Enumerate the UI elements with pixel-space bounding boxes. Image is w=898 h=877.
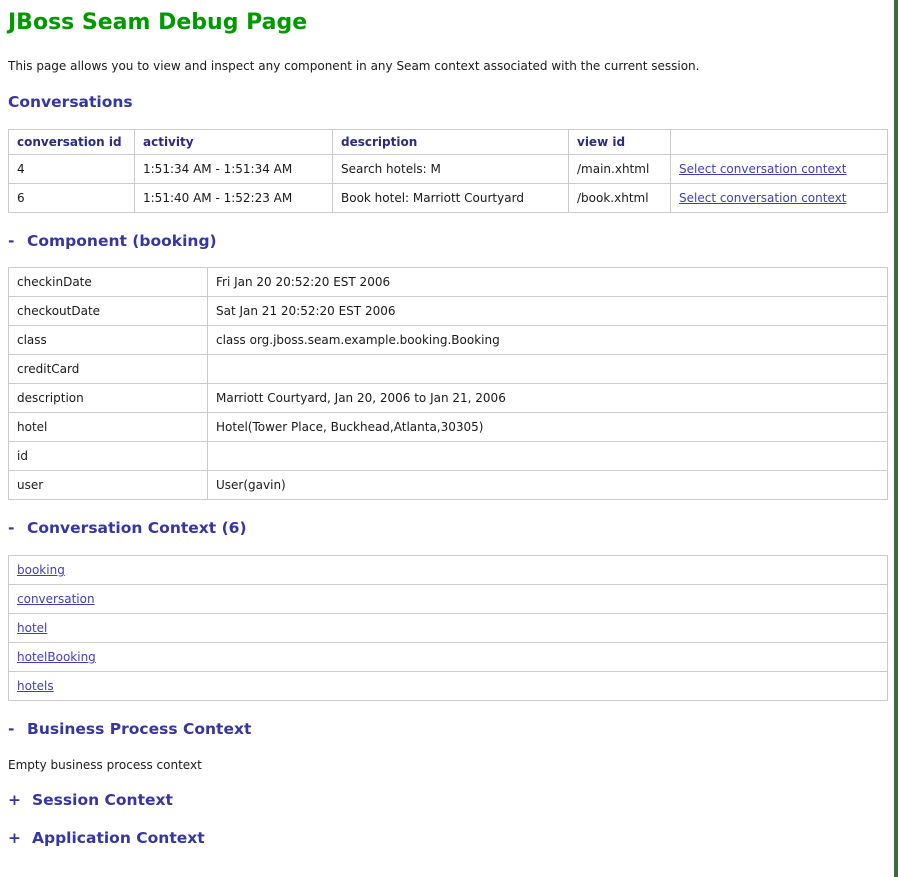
window-edge [894, 0, 898, 877]
component-section-title: Component (booking) [27, 232, 217, 250]
property-name-cell: id [9, 442, 208, 471]
session-context-section-title: Session Context [32, 791, 173, 809]
context-item-cell: conversation [9, 585, 888, 614]
view-id-cell: /main.xhtml [569, 154, 671, 183]
conversation-id-cell: 6 [9, 183, 135, 212]
context-item-cell: booking [9, 556, 888, 585]
property-value-cell: Fri Jan 20 20:52:20 EST 2006 [208, 268, 888, 297]
context-item-row: hotelBooking [9, 643, 888, 672]
col-conversation-id: conversation id [9, 129, 135, 154]
expand-icon: + [8, 792, 21, 810]
context-component-link[interactable]: booking [17, 563, 65, 577]
property-value-cell [208, 355, 888, 384]
property-row: id [9, 442, 888, 471]
conversation-row: 4 1:51:34 AM - 1:51:34 AM Search hotels:… [9, 154, 888, 183]
property-row: hotel Hotel(Tower Place, Buckhead,Atlant… [9, 413, 888, 442]
property-value-cell: class org.jboss.seam.example.booking.Boo… [208, 326, 888, 355]
context-component-link[interactable]: conversation [17, 592, 95, 606]
context-component-link[interactable]: hotelBooking [17, 650, 96, 664]
property-row: description Marriott Courtyard, Jan 20, … [9, 384, 888, 413]
col-action [671, 129, 888, 154]
property-name-cell: class [9, 326, 208, 355]
view-id-cell: /book.xhtml [569, 183, 671, 212]
context-item-row: hotels [9, 672, 888, 701]
context-item-cell: hotelBooking [9, 643, 888, 672]
seam-debug-page: JBoss Seam Debug Page This page allows y… [0, 0, 898, 877]
conversations-table: conversation id activity description vie… [8, 129, 888, 213]
conversation-context-section-title: Conversation Context (6) [27, 519, 247, 537]
property-name-cell: creditCard [9, 355, 208, 384]
property-value-cell: Hotel(Tower Place, Buckhead,Atlanta,3030… [208, 413, 888, 442]
property-value-cell: Marriott Courtyard, Jan 20, 2006 to Jan … [208, 384, 888, 413]
action-cell: Select conversation context [671, 154, 888, 183]
collapse-icon: - [8, 520, 16, 538]
context-item-cell: hotel [9, 614, 888, 643]
property-row: checkinDate Fri Jan 20 20:52:20 EST 2006 [9, 268, 888, 297]
property-value-cell: Sat Jan 21 20:52:20 EST 2006 [208, 297, 888, 326]
context-item-row: hotel [9, 614, 888, 643]
activity-cell: 1:51:40 AM - 1:52:23 AM [135, 183, 333, 212]
property-name-cell: description [9, 384, 208, 413]
activity-cell: 1:51:34 AM - 1:51:34 AM [135, 154, 333, 183]
context-item-cell: hotels [9, 672, 888, 701]
conversations-heading: Conversations [8, 94, 884, 112]
select-conversation-context-link[interactable]: Select conversation context [679, 191, 846, 205]
conversation-context-table: booking conversation hotel hotelBooking … [8, 555, 888, 701]
select-conversation-context-link[interactable]: Select conversation context [679, 162, 846, 176]
property-row: class class org.jboss.seam.example.booki… [9, 326, 888, 355]
col-activity: activity [135, 129, 333, 154]
conversations-header-row: conversation id activity description vie… [9, 129, 888, 154]
intro-text: This page allows you to view and inspect… [8, 59, 884, 73]
application-context-section-title: Application Context [32, 829, 205, 847]
action-cell: Select conversation context [671, 183, 888, 212]
context-component-link[interactable]: hotel [17, 621, 47, 635]
conversation-context-section-heading[interactable]: -Conversation Context (6) [8, 520, 884, 538]
property-row: creditCard [9, 355, 888, 384]
component-section-heading[interactable]: -Component (booking) [8, 233, 884, 251]
property-row: checkoutDate Sat Jan 21 20:52:20 EST 200… [9, 297, 888, 326]
context-item-row: conversation [9, 585, 888, 614]
session-context-section-heading[interactable]: + Session Context [8, 792, 884, 810]
application-context-section-heading[interactable]: + Application Context [8, 830, 884, 848]
business-process-empty-message: Empty business process context [8, 758, 884, 772]
col-description: description [333, 129, 569, 154]
property-value-cell [208, 442, 888, 471]
context-component-link[interactable]: hotels [17, 679, 54, 693]
expand-icon: + [8, 830, 21, 848]
property-name-cell: checkoutDate [9, 297, 208, 326]
business-process-context-section-title: Business Process Context [27, 720, 251, 738]
component-properties-table: checkinDate Fri Jan 20 20:52:20 EST 2006… [8, 267, 888, 500]
col-view-id: view id [569, 129, 671, 154]
property-value-cell: User(gavin) [208, 471, 888, 500]
description-cell: Book hotel: Marriott Courtyard [333, 183, 569, 212]
page-title: JBoss Seam Debug Page [8, 10, 884, 36]
property-row: user User(gavin) [9, 471, 888, 500]
conversation-id-cell: 4 [9, 154, 135, 183]
description-cell: Search hotels: M [333, 154, 569, 183]
property-name-cell: checkinDate [9, 268, 208, 297]
property-name-cell: user [9, 471, 208, 500]
business-process-context-section-heading[interactable]: -Business Process Context [8, 721, 884, 739]
collapse-icon: - [8, 233, 16, 251]
conversation-row: 6 1:51:40 AM - 1:52:23 AM Book hotel: Ma… [9, 183, 888, 212]
property-name-cell: hotel [9, 413, 208, 442]
collapse-icon: - [8, 721, 16, 739]
context-item-row: booking [9, 556, 888, 585]
